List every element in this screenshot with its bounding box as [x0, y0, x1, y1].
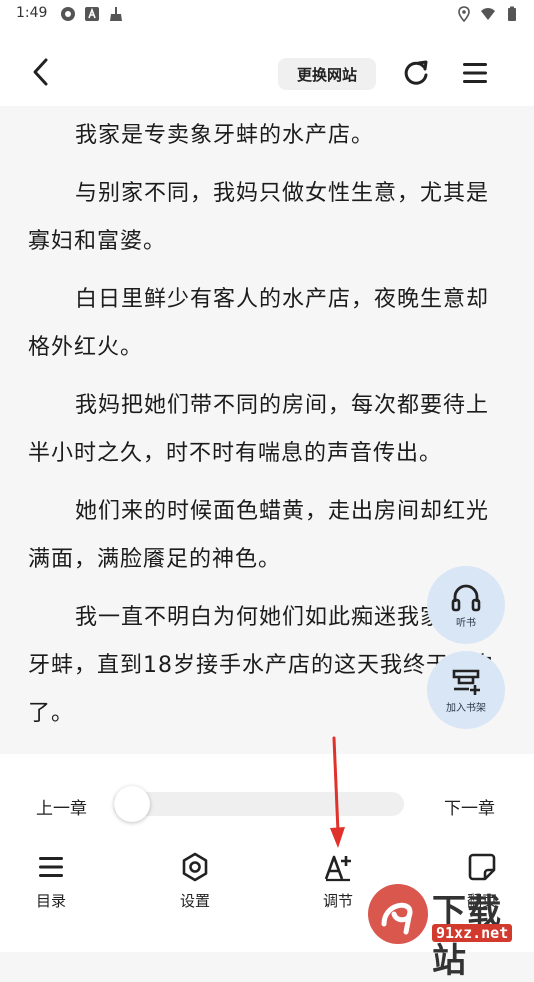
status-bar: 1:49	[0, 0, 534, 30]
location-icon	[458, 6, 470, 22]
battery-icon	[508, 6, 516, 21]
toolbar-catalog-label: 目录	[35, 892, 66, 910]
watermark-url: 91xz.net	[432, 924, 513, 942]
paragraph: 与别家不同，我妈只做女性生意，尤其是寡妇和富婆。	[28, 181, 490, 254]
refresh-icon[interactable]	[401, 58, 431, 88]
settings-hexagon-icon	[182, 852, 208, 882]
aperture-icon	[61, 7, 75, 21]
next-chapter-button[interactable]: 下一章	[444, 794, 495, 819]
font-size-icon	[324, 855, 351, 882]
paragraph: 我妈把她们带不同的房间，每次都要待上半小时之久，时不时有喘息的声音传出。	[28, 393, 490, 466]
back-icon[interactable]	[26, 56, 58, 88]
switch-site-button[interactable]: 更换网站	[278, 58, 376, 90]
toolbar-catalog[interactable]: 目录	[11, 852, 91, 911]
prev-chapter-button[interactable]: 上一章	[36, 794, 87, 819]
bookshelf-add-icon	[452, 669, 480, 695]
toolbar-settings-label: 设置	[179, 892, 210, 910]
annotation-arrow-icon	[330, 736, 345, 848]
add-to-shelf-label: 加入书架	[446, 702, 486, 714]
listen-label: 听书	[456, 617, 476, 629]
slider-thumb[interactable]	[114, 786, 150, 822]
toolbar-adjust-label: 调节	[322, 892, 353, 910]
watermark: 下载站 91xz.net	[366, 880, 534, 981]
watermark-logo-icon	[368, 884, 428, 944]
add-to-shelf-button[interactable]: 加入书架	[427, 651, 505, 729]
status-right-icons	[456, 6, 520, 22]
listen-button[interactable]: 听书	[427, 566, 505, 644]
top-bar: 更换网站	[0, 30, 534, 106]
page-turn-icon	[468, 853, 496, 881]
status-left-icons	[60, 6, 124, 22]
menu-icon[interactable]	[460, 58, 490, 88]
toolbar-settings[interactable]: 设置	[155, 852, 235, 911]
list-icon	[39, 857, 63, 877]
broom-icon	[110, 7, 122, 21]
chapter-progress-slider[interactable]	[114, 786, 404, 822]
headphones-icon	[451, 584, 481, 611]
paragraph: 白日里鲜少有客人的水产店，夜晚生意却格外红火。	[28, 287, 490, 360]
app-a-icon	[85, 7, 99, 21]
wifi-icon	[481, 8, 495, 20]
status-time: 1:49	[16, 5, 48, 21]
paragraph: 我家是专卖象牙蚌的水产店。	[75, 123, 375, 148]
